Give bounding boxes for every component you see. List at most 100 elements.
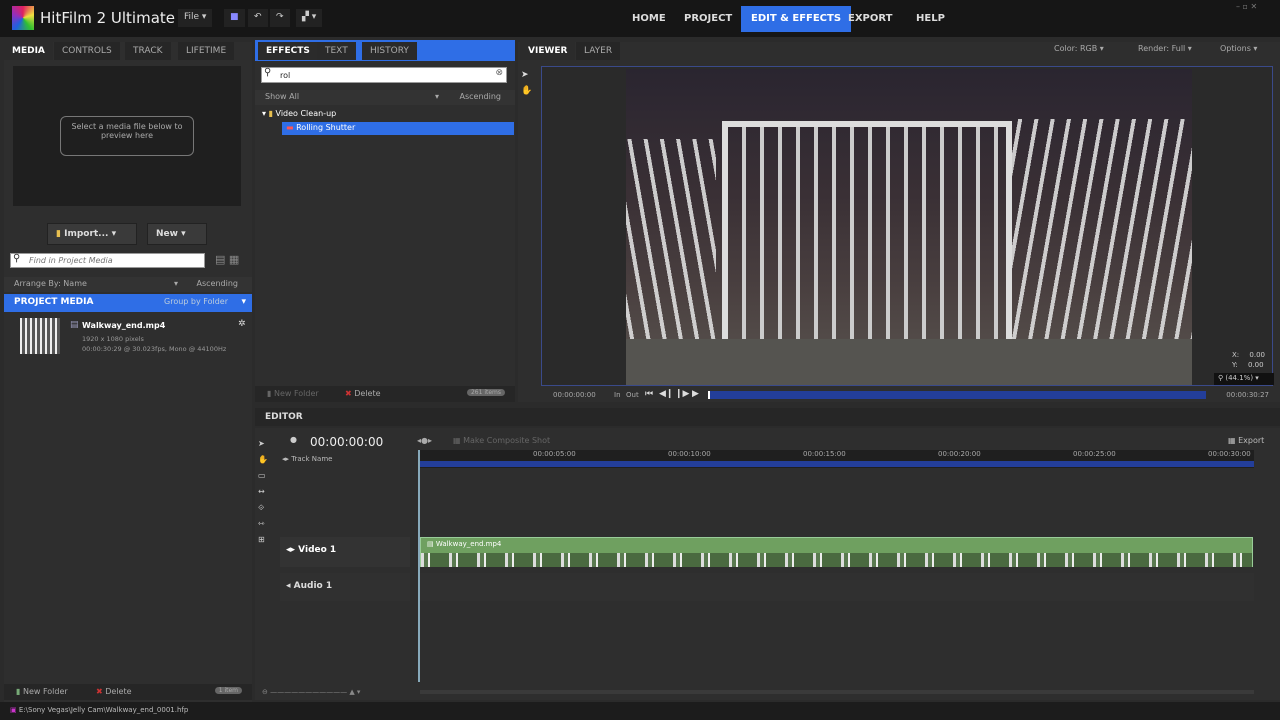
tab-lifetime[interactable]: LIFETIME [178,42,235,60]
tab-viewer[interactable]: VIEWER [520,42,576,60]
new-folder-button[interactable]: ▮ New Folder [16,687,68,696]
tab-track[interactable]: TRACK [125,42,171,60]
work-area-bar[interactable] [418,461,1254,467]
delete-button[interactable]: ✖ Delete [96,687,132,696]
tab-history[interactable]: HISTORY [362,42,417,60]
timeline-ruler[interactable]: 00:00:05:00 00:00:10:00 00:00:15:00 00:0… [418,450,1254,468]
effects-search[interactable]: ⚲ ⊗ [261,67,507,83]
zoom-dropdown[interactable]: ⚲ (44.1%) ▾ [1214,373,1274,385]
gear-icon[interactable]: ✲ [238,319,246,329]
media-footer: ▮ New Folder ✖ Delete 1 item [4,684,252,700]
scrubber-handle[interactable] [708,391,710,399]
effects-new-folder-button[interactable]: ▮ New Folder [267,389,319,398]
new-button[interactable]: New ▾ [147,223,207,245]
coord-y-value: 0.00 [1247,361,1264,369]
video-clip[interactable]: ▤ Walkway_end.mp4 [420,537,1253,567]
clip-title: ▤ Walkway_end.mp4 [427,540,502,548]
coord-x: X: 0.00 [1232,351,1265,359]
media-search[interactable]: ⚲ [10,253,205,268]
undo-icon[interactable]: ↶ [248,9,268,27]
project-path: E:\Sony Vegas\Jelly Cam\Walkway_end_0001… [18,706,189,714]
export-button[interactable]: ▦ Export [1228,436,1264,445]
arrange-by[interactable]: Arrange By: Name [14,279,87,288]
nav-help[interactable]: HELP [906,6,955,32]
nav-edit-effects[interactable]: EDIT & EFFECTS [741,6,852,32]
delete-label: Delete [105,687,132,696]
effects-filter[interactable]: Show All [265,92,299,101]
tab-media[interactable]: MEDIA [4,42,53,60]
current-time: 00:00:00:00 [553,391,596,399]
effects-search-input[interactable] [261,67,507,83]
video-track-header[interactable]: ◂▸ Video 1 [280,537,410,567]
play-icon[interactable]: ▶ [692,389,699,399]
tab-text[interactable]: TEXT [317,42,356,60]
media-item[interactable]: ▤ Walkway_end.mp4 1920 x 1080 pixels 00:… [4,316,252,358]
import-button[interactable]: ▮ Import... ▾ [47,223,137,245]
clear-search-icon[interactable]: ⊗ [495,68,503,78]
tab-effects[interactable]: EFFECTS [258,42,318,60]
effects-folder[interactable]: ▾ ▮ Video Clean-up [262,109,336,118]
end-time: 00:00:30:27 [1226,391,1269,399]
effect-item-rolling-shutter[interactable]: ▬ Rolling Shutter [282,122,514,135]
tab-controls[interactable]: CONTROLS [54,42,120,60]
viewer-canvas[interactable]: X: 0.00 Y: 0.00 ⚲ (44.1%) ▾ [541,66,1274,386]
effects-delete-button[interactable]: ✖ Delete [345,389,381,398]
next-frame-icon[interactable]: ❙▶ [675,389,689,399]
search-icon: ⚲ [13,253,21,264]
import-label: Import... [64,229,109,239]
editor-tools[interactable]: ➤ ✋ ▭ ↔ ⟐ ⇿ ⊞ [258,436,268,548]
video-track-label: Video 1 [298,545,337,555]
file-menu-label: File [184,12,200,22]
in-button[interactable]: In [614,391,621,399]
railing-right-image [1006,119,1192,359]
select-tool-icon[interactable]: ➤ [521,70,529,80]
options-label: Options [1220,44,1251,53]
audio-track-label: Audio 1 [293,581,333,591]
effects-order[interactable]: Ascending [460,92,501,101]
timeline-zoom-slider[interactable]: ⊖ ——————————— ▲ ▾ [262,688,402,696]
marker-controls[interactable]: ◂●▸ [417,436,432,445]
media-item-info: 00:00:30:29 @ 30.023fps, Mono @ 44100Hz [82,345,227,353]
ruler-tick: 00:00:15:00 [803,450,846,458]
media-count: 1 item [214,687,242,694]
status-bar: ▣ E:\Sony Vegas\Jelly Cam\Walkway_end_00… [0,702,1280,720]
ruler-tick: 00:00:30:00 [1208,450,1251,458]
track-name-label: Track Name [291,455,333,463]
project-media-header: PROJECT MEDIA Group by Folder ▾ [4,294,252,312]
clip-thumbnails [421,553,1252,567]
make-composite-button[interactable]: ▦ Make Composite Shot [453,436,550,445]
options-dropdown[interactable]: Options ▾ [1220,44,1257,53]
arrange-bar[interactable]: Arrange By: Name ▾ Ascending [4,277,252,292]
file-menu[interactable]: File ▾ [178,9,213,27]
view-toggle-icon[interactable]: ▤ ▦ [215,253,239,266]
media-item-name: Walkway_end.mp4 [82,321,166,330]
nav-project[interactable]: PROJECT [674,6,742,32]
walkway-floor [626,339,1192,385]
render-dropdown[interactable]: Render: Full ▾ [1138,44,1192,53]
nav-export[interactable]: EXPORT [838,6,902,32]
playback-scrubber[interactable] [708,391,1206,399]
nav-home[interactable]: HOME [622,6,676,32]
color-mode-dropdown[interactable]: Color: RGB ▾ [1054,44,1104,53]
render-label: Render: Full [1138,44,1186,53]
track-name-header: ◂▸ Track Name [282,455,333,463]
redo-icon[interactable]: ↷ [270,9,290,27]
audio-track-header[interactable]: ◂ Audio 1 [280,573,410,601]
group-by-folder[interactable]: Group by Folder [164,297,228,306]
ruler-tick: 00:00:25:00 [1073,450,1116,458]
go-to-start-icon[interactable]: ⏮ [645,389,653,399]
timeline-scrollbar[interactable] [420,690,1254,694]
out-button[interactable]: Out [626,391,639,399]
arrange-order[interactable]: Ascending [197,279,238,288]
save-icon[interactable]: ■ [224,9,245,27]
video-file-icon: ▤ [70,320,79,330]
tab-layer[interactable]: LAYER [576,42,621,60]
editor-timecode[interactable]: 00:00:00:00 [310,435,383,449]
effect-item-label: Rolling Shutter [296,123,356,132]
effects-filter-bar[interactable]: Show All ▾ Ascending [255,90,515,105]
prev-frame-icon[interactable]: ◀❙ [659,389,673,399]
layout-icon[interactable]: ▞ ▾ [296,9,323,27]
window-controls[interactable]: – ▫ ✕ [1236,2,1257,11]
hand-tool-icon[interactable]: ✋ [521,86,532,96]
media-search-input[interactable] [10,253,205,268]
